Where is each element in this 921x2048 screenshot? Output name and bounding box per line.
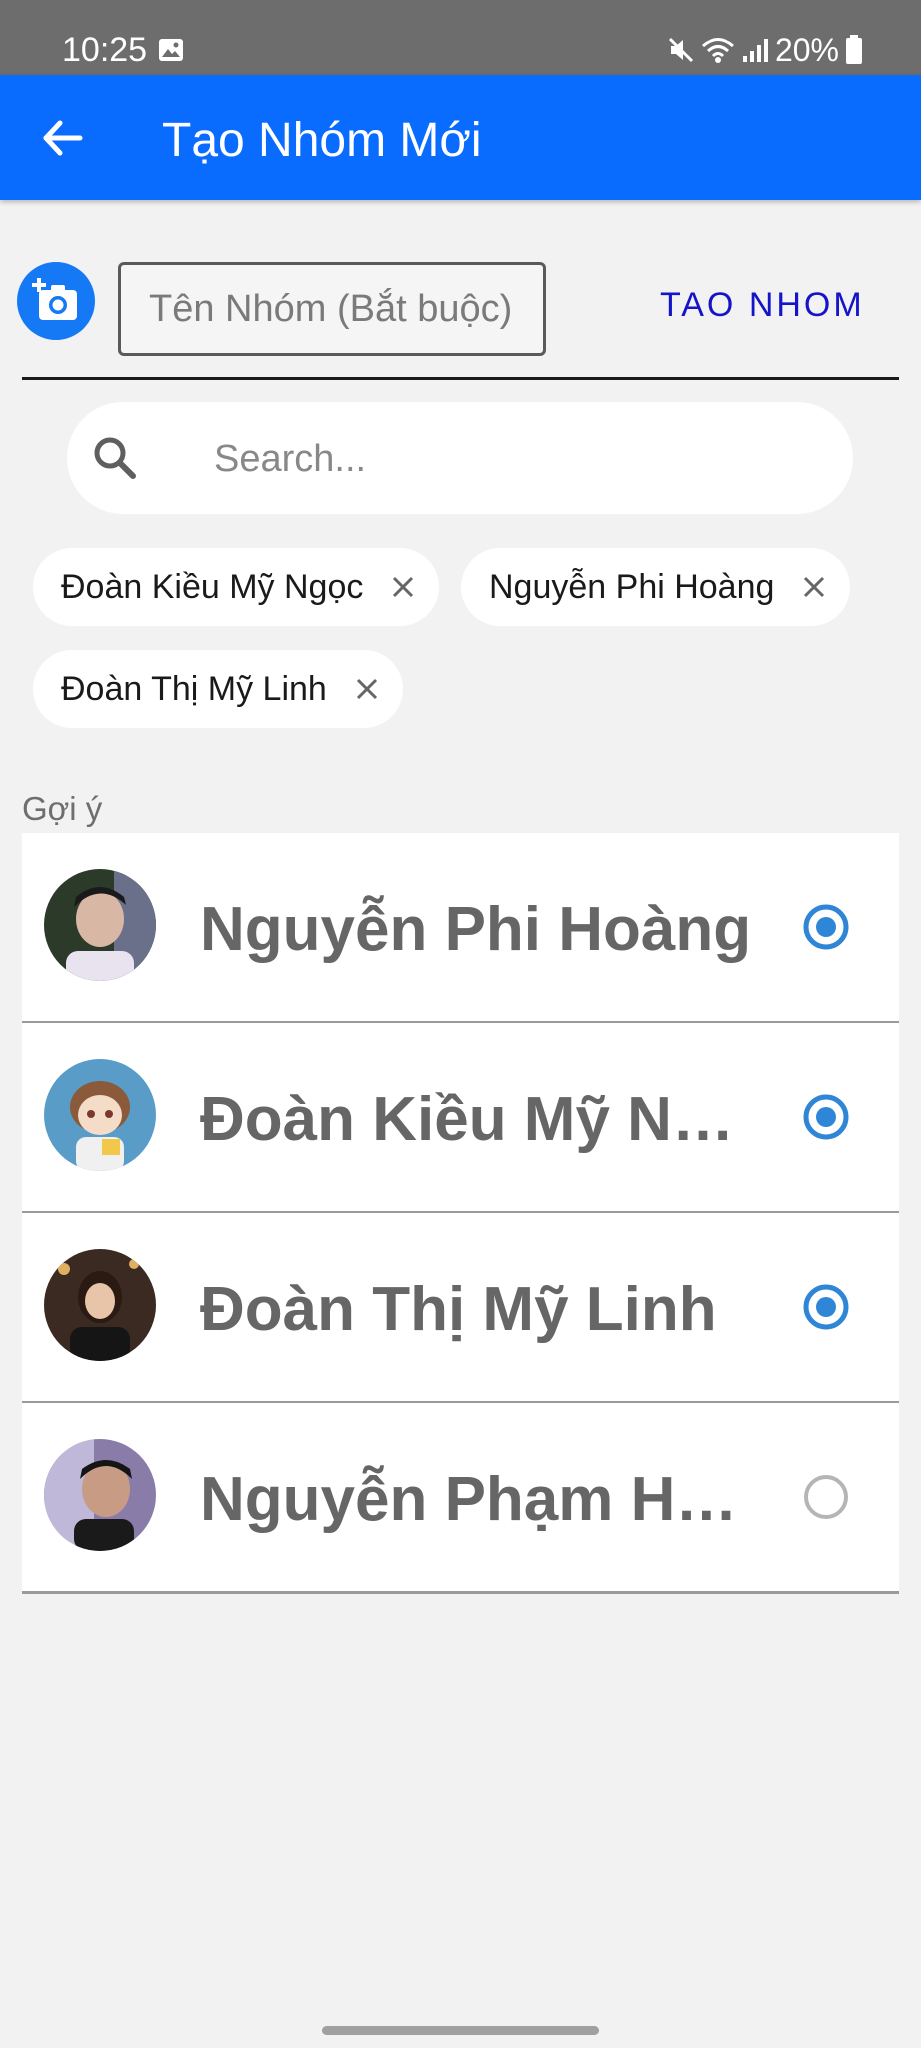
home-indicator[interactable] [322, 2026, 599, 2035]
remove-chip-icon[interactable] [800, 573, 828, 601]
status-time: 10:25 [62, 31, 148, 69]
radio-selected-icon[interactable] [802, 1283, 850, 1331]
wifi-icon [701, 38, 734, 63]
radio-selected-icon[interactable] [802, 903, 850, 951]
chip-label: Đoàn Kiều Mỹ Ngọc [61, 568, 364, 606]
avatar [44, 1059, 156, 1171]
remove-chip-icon[interactable] [389, 573, 417, 601]
avatar [44, 869, 156, 981]
contact-name: Đoàn Kiều Mỹ Ng... [200, 1085, 760, 1154]
contact-row[interactable]: Nguyễn Phạm Ho... [22, 1403, 899, 1594]
group-photo-button[interactable] [17, 262, 95, 340]
chip-label: Nguyễn Phi Hoàng [489, 568, 775, 606]
remove-chip-icon[interactable] [353, 675, 381, 703]
selected-chip: Đoàn Thị Mỹ Linh [33, 650, 403, 728]
mute-icon [668, 37, 694, 63]
suggestions-heading: Gợi ý [22, 790, 103, 827]
signal-icon [742, 39, 768, 62]
contact-name: Đoàn Thị Mỹ Linh [200, 1275, 717, 1344]
radio-selected-icon[interactable] [802, 1093, 850, 1141]
page-title: Tạo Nhóm Mới [162, 114, 482, 167]
avatar [44, 1249, 156, 1361]
contact-name: Nguyễn Phi Hoàng [200, 895, 752, 964]
create-group-button[interactable]: TAO NHOM [660, 280, 900, 330]
contact-row[interactable]: Đoàn Thị Mỹ Linh [22, 1213, 899, 1404]
contact-name: Nguyễn Phạm Ho... [200, 1465, 760, 1534]
selected-chip: Nguyễn Phi Hoàng [461, 548, 850, 626]
group-name-input[interactable] [118, 262, 546, 356]
app-bar: Tạo Nhóm Mới [0, 75, 921, 200]
contact-row[interactable]: Đoàn Kiều Mỹ Ng... [22, 1023, 899, 1214]
selected-chip: Đoàn Kiều Mỹ Ngọc [33, 548, 439, 626]
add-photo-icon [32, 278, 77, 320]
avatar [44, 1439, 156, 1551]
contact-row[interactable]: Nguyễn Phi Hoàng [22, 833, 899, 1024]
chip-label: Đoàn Thị Mỹ Linh [61, 670, 327, 708]
form-divider [22, 377, 899, 380]
gallery-notification-icon [159, 39, 183, 61]
back-arrow-icon[interactable] [36, 111, 90, 165]
status-bar: 10:25 20% [0, 0, 921, 75]
battery-percent: 20% [774, 31, 839, 68]
search-icon [94, 437, 136, 479]
status-icons: 20% [667, 30, 863, 70]
battery-icon [846, 35, 862, 64]
search-bar[interactable] [67, 402, 853, 514]
radio-unselected-icon[interactable] [802, 1473, 850, 1521]
search-input[interactable] [212, 430, 816, 488]
